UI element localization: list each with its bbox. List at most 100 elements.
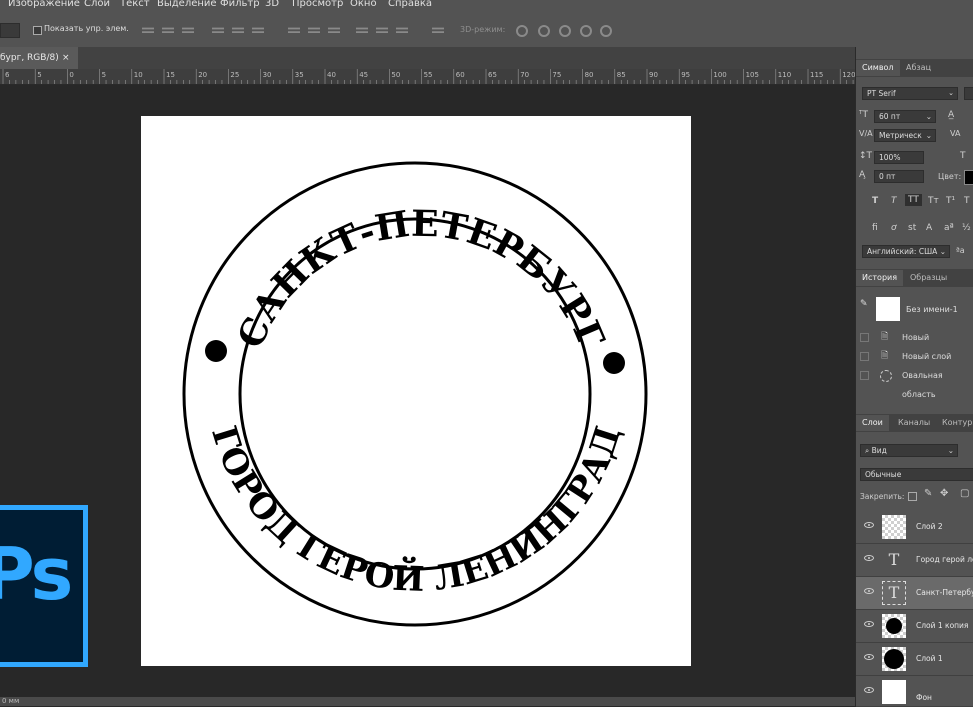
font-size-field[interactable]: 60 пт ⌄ [874,110,936,123]
3d-roll-icon[interactable] [538,25,550,37]
kerning-field[interactable]: Метрическ ⌄ [874,129,936,142]
visibility-eye-icon[interactable] [864,555,874,561]
menu-help[interactable]: Справка [388,0,432,9]
small-caps-button[interactable]: Tт [928,196,939,206]
layer-row[interactable]: Слой 2 [856,511,973,544]
titling-icon[interactable]: A [926,223,932,233]
menu-view[interactable]: Просмотр [292,0,343,9]
visibility-eye-icon[interactable] [864,621,874,627]
visibility-eye-icon[interactable] [864,687,874,693]
lock-all-icon[interactable]: ▢ [960,488,969,499]
tab-character[interactable]: Символ [856,60,900,76]
ordinals-icon[interactable]: aª [944,223,954,233]
font-style-select[interactable] [964,87,973,100]
layer-row[interactable]: Фон [856,676,973,707]
menu-image[interactable]: Изображение [8,0,80,9]
swash-icon[interactable]: st [908,223,916,233]
font-family-select[interactable]: PT Serif ⌄ [862,87,958,100]
3d-pan-icon[interactable] [559,25,571,37]
history-item[interactable]: 🗎 Новый [856,328,973,347]
old-style-icon[interactable]: ơ [891,223,897,233]
all-caps-button[interactable]: TT [905,194,922,206]
menu-text[interactable]: Текст [120,0,150,9]
close-tab-icon[interactable]: × [62,47,70,69]
baseline-shift-icon: A̧ [859,170,866,180]
menu-window[interactable]: Окно [350,0,377,9]
3d-scale-icon[interactable] [600,25,612,37]
visibility-eye-icon[interactable] [864,588,874,594]
history-item[interactable]: 🗎 Новый слой [856,347,973,366]
history-checkbox[interactable] [860,371,869,380]
tab-paths[interactable]: Контуры [936,415,973,431]
layer-filter-select[interactable]: ⌕ Вид ⌄ [860,444,958,457]
align-left-icon[interactable] [212,27,224,33]
faux-bold-button[interactable]: T [872,196,878,206]
horizontal-ruler[interactable]: 6 5 0 5 10 15 20 25 30 35 40 45 50 55 60 65 70 75 80 85 90 95… [0,69,855,85]
align-bottom-icon[interactable] [182,27,194,33]
kerning-value: Метрическ [879,131,922,140]
3d-rotate-icon[interactable] [516,25,528,37]
auto-align-icon[interactable] [432,27,444,33]
document-canvas[interactable]: САНКТ-ПЕТЕРБУРГ ГОРОД ГЕРОЙ ЛЕНИНГРАД [141,116,691,666]
history-snapshot[interactable]: ✎ Без имени-1 [856,295,973,325]
tool-preset-dropdown[interactable] [0,23,20,38]
menu-filter[interactable]: Фильтр [220,0,260,9]
ruler-label: 65 [488,71,497,79]
text-color-swatch[interactable] [964,170,973,185]
superscript-button[interactable]: T¹ [946,196,955,206]
layer-thumbnail [882,614,906,638]
distribute-right-icon[interactable] [396,27,408,33]
vertical-scale-field[interactable]: 100% [874,151,924,164]
menu-layers[interactable]: Слои [84,0,110,9]
menu-3d[interactable]: 3D [265,0,279,9]
tab-paragraph[interactable]: Абзац [900,60,937,76]
align-vcenter-icon[interactable] [162,27,174,33]
ruler-label: 90 [649,71,658,79]
subscript-button[interactable]: T [964,196,970,206]
language-select[interactable]: Английский: США ⌄ [862,245,950,258]
history-checkbox[interactable] [860,352,869,361]
align-top-icon[interactable] [142,27,154,33]
ruler-label: 85 [617,71,626,79]
ligatures-icon[interactable]: ﬁ [872,223,878,233]
layer-row[interactable]: T Город герой лен [856,544,973,577]
distribute-hcenter-icon[interactable] [376,27,388,33]
lock-paint-icon[interactable]: ✎ [924,488,932,499]
history-checkbox[interactable] [860,333,869,342]
history-item[interactable]: Овальная область [856,366,973,399]
tab-swatches[interactable]: Образцы [904,270,953,286]
faux-italic-button[interactable]: T [891,196,897,206]
visibility-eye-icon[interactable] [864,654,874,660]
document-tab[interactable]: бург, RGB/8) × [0,47,78,69]
ruler-label: 95 [681,71,690,79]
antialias-icon[interactable]: ªa [956,246,965,255]
baseline-shift-field[interactable]: 0 пт [874,170,924,183]
distribute-top-icon[interactable] [288,27,300,33]
photoshop-logo: Ps [0,505,88,667]
blend-mode-select[interactable]: Обычные [860,468,973,481]
layer-row[interactable]: T Санкт-Петербург [856,577,973,610]
layer-name: Слой 1 [916,654,943,663]
tab-history[interactable]: История [856,270,904,286]
3d-slide-icon[interactable] [580,25,592,37]
distribute-left-icon[interactable] [356,27,368,33]
lock-transparency-icon[interactable] [908,492,917,501]
layer-filter-value: Вид [871,446,887,455]
layer-row[interactable]: Слой 1 [856,643,973,676]
distribute-vcenter-icon[interactable] [308,27,320,33]
layer-row[interactable]: Слой 1 копия [856,610,973,643]
lock-move-icon[interactable]: ✥ [940,488,948,499]
tab-layers[interactable]: Слои [856,415,889,431]
distribute-bottom-icon[interactable] [328,27,340,33]
ruler-label: 45 [359,71,368,79]
tab-channels[interactable]: Каналы [892,415,936,431]
fractions-icon[interactable]: ½ [962,223,971,233]
align-hcenter-icon[interactable] [232,27,244,33]
show-controls-checkbox[interactable] [33,26,42,35]
menu-select[interactable]: Выделение [157,0,217,9]
ruler-label: 40 [327,71,336,79]
kerning-icon: V/A [859,129,873,138]
visibility-eye-icon[interactable] [864,522,874,528]
tracking-icon: VA [950,129,961,138]
align-right-icon[interactable] [252,27,264,33]
